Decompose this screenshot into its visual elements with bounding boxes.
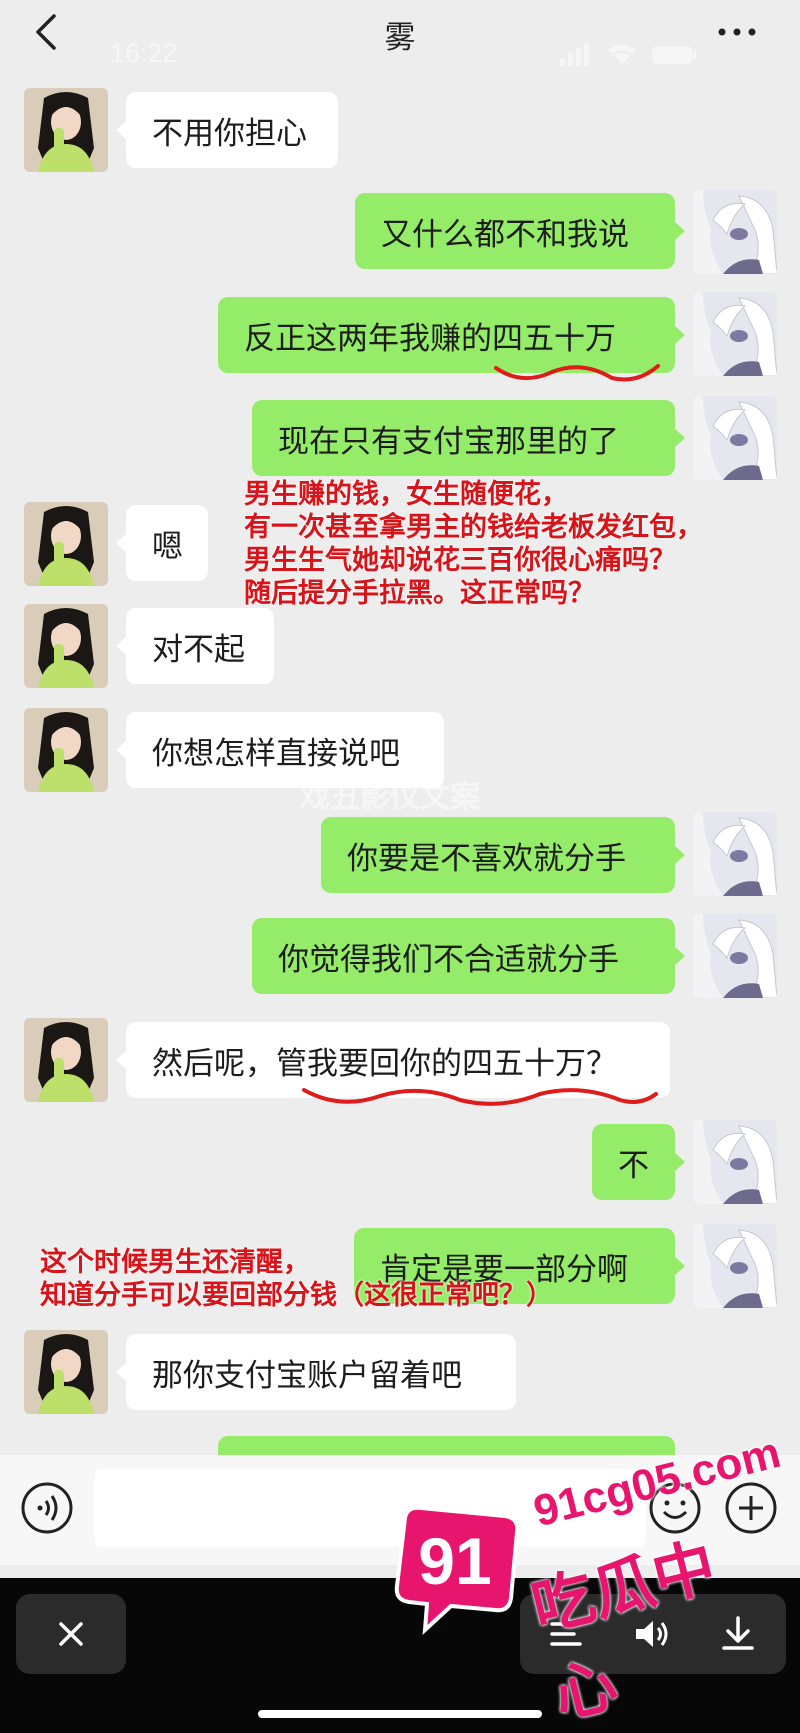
message-text: 你要是不喜欢就分手 <box>347 840 626 877</box>
message-bubble-incoming[interactable]: 不用你担心 <box>116 92 338 168</box>
status-time: 16:22 <box>110 38 178 68</box>
my-avatar[interactable] <box>693 1224 777 1308</box>
message-bubble-outgoing[interactable]: 又什么都不和我说 <box>355 193 685 269</box>
message-text: 然后呢，管我要回你的四五十万？ <box>152 1045 617 1082</box>
chat-header: 雾 16:22 <box>0 0 800 80</box>
message-text: 又什么都不和我说 <box>381 216 629 253</box>
contact-avatar[interactable] <box>24 502 108 586</box>
message-text: 对不起 <box>152 631 245 668</box>
my-avatar[interactable] <box>693 1120 777 1204</box>
close-icon <box>59 1622 83 1646</box>
contact-avatar[interactable] <box>24 1330 108 1414</box>
message-bubble-incoming[interactable]: 对不起 <box>116 608 274 684</box>
voice-icon[interactable] <box>20 1481 74 1535</box>
more-icon[interactable] <box>712 14 762 50</box>
message-bubble-incoming[interactable]: 那你支付宝账户留着吧 <box>116 1334 516 1410</box>
my-avatar[interactable] <box>693 292 777 376</box>
message-bubble-outgoing[interactable]: 现在只有支付宝那里的了 <box>252 400 685 476</box>
message-bubble-outgoing[interactable]: 不 <box>592 1124 685 1200</box>
my-avatar[interactable] <box>693 190 777 274</box>
message-bubble-incoming[interactable]: 嗯 <box>116 505 208 581</box>
annotation-note: 这个时候男生还清醒， 知道分手可以要回部分钱（这很正常吧？） <box>40 1247 553 1311</box>
status-icons <box>560 43 696 66</box>
close-button[interactable] <box>16 1594 126 1674</box>
red-underline <box>494 364 660 382</box>
contact-avatar[interactable] <box>24 1018 108 1102</box>
site-logo: 91 91cg05.com 吃瓜中心 <box>385 1428 785 1732</box>
contact-avatar[interactable] <box>24 604 108 688</box>
message-text: 不用你担心 <box>152 115 307 152</box>
watermark: 戏丑影仪文案 <box>300 780 480 815</box>
my-avatar[interactable] <box>693 914 777 998</box>
contact-avatar[interactable] <box>24 88 108 172</box>
home-indicator <box>258 1710 542 1718</box>
logo-badge: 91 <box>394 1505 520 1635</box>
message-text: 那你支付宝账户留着吧 <box>152 1357 462 1394</box>
message-text: 现在只有支付宝那里的了 <box>278 423 619 460</box>
message-text: 不 <box>618 1147 649 1184</box>
message-bubble-outgoing[interactable]: 你要是不喜欢就分手 <box>321 817 685 893</box>
contact-avatar[interactable] <box>24 708 108 792</box>
red-underline <box>302 1088 658 1106</box>
my-avatar[interactable] <box>693 396 777 480</box>
message-text: 嗯 <box>152 528 183 565</box>
message-text: 你想怎样直接说吧 <box>152 735 400 772</box>
message-bubble-outgoing[interactable]: 你觉得我们不合适就分手 <box>252 918 685 994</box>
message-text: 反正这两年我赚的四五十万 <box>244 320 616 357</box>
logo-number: 91 <box>418 1524 491 1598</box>
message-text: 你觉得我们不合适就分手 <box>278 941 619 978</box>
annotation-note: 男生赚的钱，女生随便花， 有一次甚至拿男主的钱给老板发红包， 男生生气她却说花三… <box>244 479 703 609</box>
my-avatar[interactable] <box>693 812 777 896</box>
